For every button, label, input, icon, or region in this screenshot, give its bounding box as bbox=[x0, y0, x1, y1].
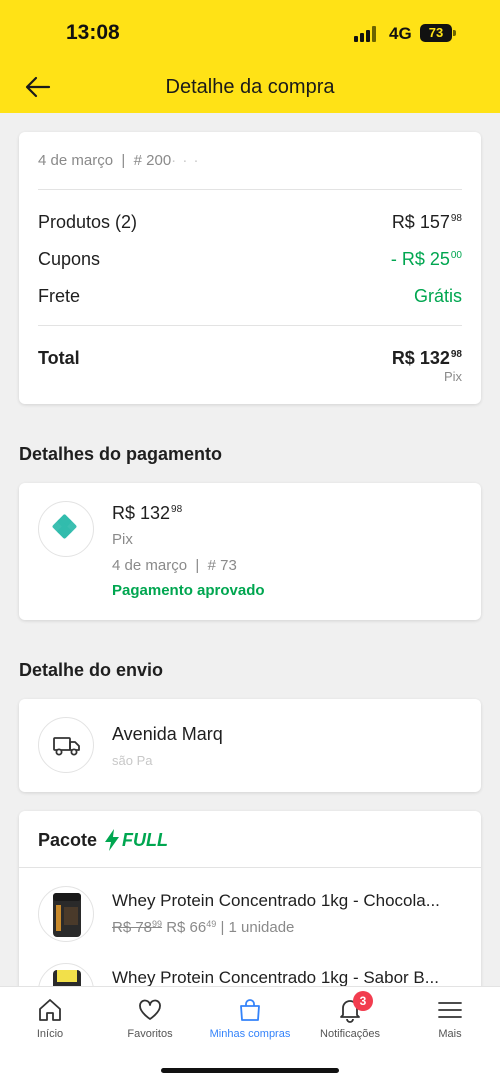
order-number-blurred: · · · bbox=[171, 152, 200, 169]
status-time: 13:08 bbox=[66, 21, 120, 44]
purchase-summary-card: 4 de março | # 200· · · Produtos (2) R$ … bbox=[19, 132, 481, 404]
network-type: 4G bbox=[389, 24, 412, 43]
payment-method: Pix bbox=[112, 531, 133, 548]
product-thumbnail bbox=[38, 886, 94, 942]
product-title: Whey Protein Concentrado 1kg - Chocola..… bbox=[112, 891, 440, 910]
tab-label: Minhas compras bbox=[209, 1028, 291, 1040]
coupons-label: Cupons bbox=[38, 249, 101, 269]
tab-label: Mais bbox=[438, 1028, 462, 1040]
products-price: R$ 15798 bbox=[391, 212, 462, 232]
product-price: R$ 7899 R$ 6649 | 1 unidade bbox=[112, 919, 295, 936]
battery-icon: 73 bbox=[420, 24, 452, 42]
shipping-row: Frete Grátis bbox=[38, 286, 462, 307]
shopping-bag-icon bbox=[240, 999, 260, 1021]
payment-date: 4 de março | # 73 bbox=[112, 557, 237, 574]
total-row: Total R$ 13298 bbox=[38, 348, 462, 369]
tab-favoritos[interactable]: Favoritos bbox=[100, 997, 200, 1040]
order-date: 4 de março bbox=[38, 152, 114, 169]
signal-icon bbox=[354, 26, 380, 42]
payment-status: Pagamento aprovado bbox=[112, 582, 265, 599]
menu-icon bbox=[438, 1002, 462, 1018]
order-number: # 200 bbox=[133, 152, 172, 169]
products-label: Produtos (2) bbox=[38, 212, 138, 232]
shipping-address-line2: são Pa bbox=[112, 753, 153, 768]
shipping-section-title: Detalhe do envio bbox=[19, 660, 164, 680]
battery-tip bbox=[453, 30, 456, 36]
coupons-row: Cupons - R$ 2500 bbox=[38, 249, 462, 270]
notification-badge: 3 bbox=[353, 991, 373, 1011]
product-title: Whey Protein Concentrado 1kg - Sabor B..… bbox=[112, 968, 439, 987]
tab-notificacoes[interactable]: 3 Notificações bbox=[300, 991, 400, 1040]
payment-card[interactable]: R$ 13298 Pix 4 de março | # 73 Pagamento… bbox=[19, 483, 481, 620]
tab-minhas-compras[interactable]: Minhas compras bbox=[200, 997, 300, 1040]
package-card: Pacote FULL Whey Protein Concentrado 1kg… bbox=[19, 811, 481, 1019]
coupons-discount: - R$ 2500 bbox=[390, 249, 462, 269]
shipping-value: Grátis bbox=[413, 286, 462, 306]
tab-label: Notificações bbox=[320, 1028, 380, 1040]
total-price: R$ 13298 bbox=[391, 348, 462, 368]
home-indicator bbox=[161, 1068, 339, 1073]
total-payment-method: Pix bbox=[443, 369, 462, 384]
full-badge: FULL bbox=[105, 829, 168, 851]
lightning-icon bbox=[105, 829, 119, 851]
order-meta: 4 de março | # 200· · · bbox=[38, 152, 200, 169]
home-icon bbox=[39, 999, 61, 1021]
shipping-card[interactable]: Avenida Marq são Pa bbox=[19, 699, 481, 792]
heart-icon bbox=[139, 999, 161, 1020]
tab-mais[interactable]: Mais bbox=[400, 997, 500, 1040]
tab-label: Favoritos bbox=[127, 1028, 173, 1040]
tab-inicio[interactable]: Início bbox=[0, 997, 100, 1040]
list-item[interactable]: Whey Protein Concentrado 1kg - Chocola..… bbox=[38, 886, 462, 946]
shipping-address: Avenida Marq bbox=[112, 724, 223, 744]
products-row: Produtos (2) R$ 15798 bbox=[38, 212, 462, 233]
total-label: Total bbox=[38, 348, 80, 368]
divider bbox=[19, 867, 481, 868]
app-header: 13:08 4G 73 Detalhe da compra bbox=[0, 0, 500, 113]
page-title: Detalhe da compra bbox=[165, 76, 335, 98]
divider bbox=[38, 325, 462, 326]
pix-icon bbox=[38, 501, 94, 557]
truck-icon bbox=[38, 717, 94, 773]
tab-label: Início bbox=[36, 1028, 64, 1040]
divider bbox=[38, 189, 462, 190]
package-label: Pacote bbox=[38, 830, 98, 850]
payment-section-title: Detalhes do pagamento bbox=[19, 444, 223, 464]
payment-amount: R$ 13298 bbox=[112, 503, 183, 523]
shipping-label: Frete bbox=[38, 286, 81, 306]
